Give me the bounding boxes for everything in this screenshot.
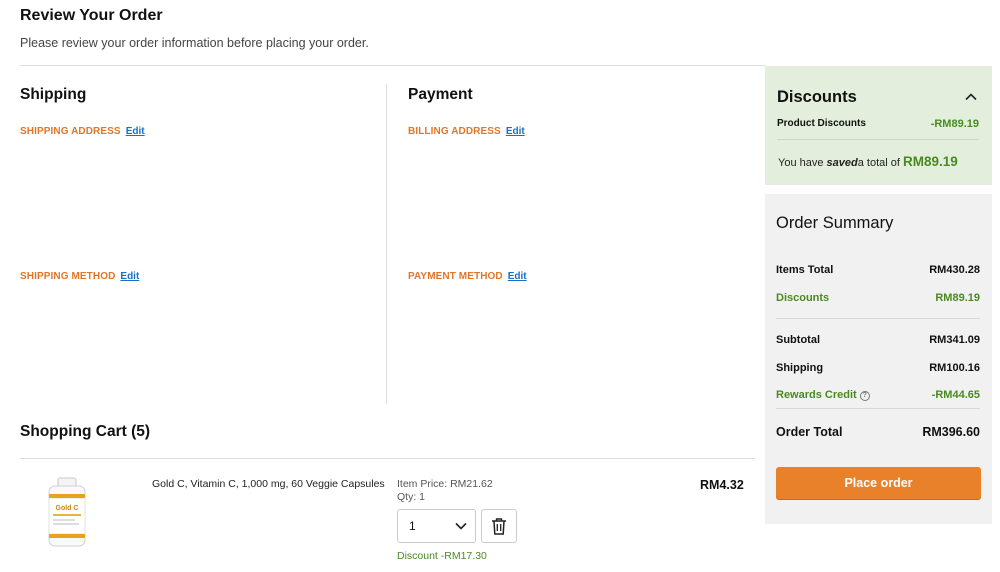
subtotal-row: Subtotal RM341.09 <box>776 334 980 346</box>
header-divider <box>20 65 765 66</box>
item-price: Item Price: RM21.62 <box>397 478 493 490</box>
product-image[interactable]: Gold C <box>44 476 90 548</box>
shipping-method-label-text: SHIPPING METHOD <box>20 271 116 282</box>
items-total-row: Items Total RM430.28 <box>776 264 980 276</box>
payment-heading: Payment <box>408 86 473 103</box>
page-title: Review Your Order <box>20 7 163 24</box>
order-total-value: RM396.60 <box>922 425 980 439</box>
product-discounts-value: -RM89.19 <box>930 118 979 130</box>
cart-divider <box>20 458 755 459</box>
savings-middle: a total of <box>857 157 900 169</box>
discounts-panel: Discounts Product Discounts -RM89.19 You… <box>765 66 992 185</box>
discounts-label: Discounts <box>776 292 830 304</box>
shipping-address-edit-link[interactable]: Edit <box>126 126 145 137</box>
trash-icon <box>492 518 506 535</box>
payment-method-edit-link[interactable]: Edit <box>508 271 527 282</box>
shipping-address-label: SHIPPING ADDRESS Edit <box>20 126 145 137</box>
shipping-row: Shipping RM100.16 <box>776 362 980 374</box>
items-total-value: RM430.28 <box>929 264 980 276</box>
item-total-price: RM4.32 <box>700 478 744 492</box>
discounts-divider <box>777 139 979 140</box>
billing-address-label-text: BILLING ADDRESS <box>408 126 501 137</box>
product-discounts-label: Product Discounts <box>777 118 866 129</box>
shipping-label: Shipping <box>776 362 824 374</box>
subtotal-value: RM341.09 <box>929 334 980 346</box>
discounts-value: RM89.19 <box>935 292 980 304</box>
order-total-label: Order Total <box>776 425 843 439</box>
savings-amount: RM89.19 <box>903 154 958 169</box>
delete-item-button[interactable] <box>481 509 517 543</box>
rewards-credit-value: -RM44.65 <box>931 389 980 401</box>
rewards-credit-label: Rewards Credit <box>776 389 857 401</box>
svg-text:Gold C: Gold C <box>56 505 79 512</box>
page-subtitle: Please review your order information bef… <box>20 36 369 50</box>
discounts-title: Discounts <box>777 88 857 106</box>
column-divider <box>386 84 387 404</box>
order-summary-panel: Order Summary Items Total RM430.28 Disco… <box>765 194 992 524</box>
shipping-value: RM100.16 <box>929 362 980 374</box>
item-discount: Discount -RM17.30 <box>397 550 487 562</box>
quantity-select[interactable]: 1 <box>397 509 476 543</box>
summary-divider <box>776 318 980 319</box>
savings-message: You have saveda total of RM89.19 <box>778 154 958 169</box>
product-name[interactable]: Gold C, Vitamin C, 1,000 mg, 60 Veggie C… <box>152 478 385 490</box>
billing-address-edit-link[interactable]: Edit <box>506 126 525 137</box>
shipping-method-edit-link[interactable]: Edit <box>120 271 139 282</box>
savings-emphasis: saved <box>826 157 858 169</box>
item-quantity: Qty: 1 <box>397 491 426 503</box>
subtotal-label: Subtotal <box>776 334 820 346</box>
help-icon[interactable]: ? <box>859 391 870 401</box>
chevron-down-icon <box>455 522 467 530</box>
shopping-cart-heading: Shopping Cart (5) <box>20 423 151 440</box>
order-summary-title: Order Summary <box>776 214 894 232</box>
rewards-credit-row: Rewards Credit? -RM44.65 <box>776 389 980 401</box>
shipping-method-label: SHIPPING METHOD Edit <box>20 271 139 282</box>
discounts-row: Discounts RM89.19 <box>776 292 980 304</box>
summary-divider <box>776 408 980 409</box>
quantity-select-value: 1 <box>409 519 416 533</box>
place-order-button[interactable]: Place order <box>776 467 981 499</box>
billing-address-label: BILLING ADDRESS Edit <box>408 126 525 137</box>
items-total-label: Items Total <box>776 264 834 276</box>
rewards-credit-label-group: Rewards Credit? <box>776 389 870 401</box>
order-total-row: Order Total RM396.60 <box>776 425 980 439</box>
payment-method-label-text: PAYMENT METHOD <box>408 271 503 282</box>
shipping-heading: Shipping <box>20 86 87 103</box>
shipping-address-label-text: SHIPPING ADDRESS <box>20 126 121 137</box>
chevron-up-icon[interactable] <box>965 93 977 101</box>
savings-prefix: You have <box>778 157 824 169</box>
payment-method-label: PAYMENT METHOD Edit <box>408 271 527 282</box>
